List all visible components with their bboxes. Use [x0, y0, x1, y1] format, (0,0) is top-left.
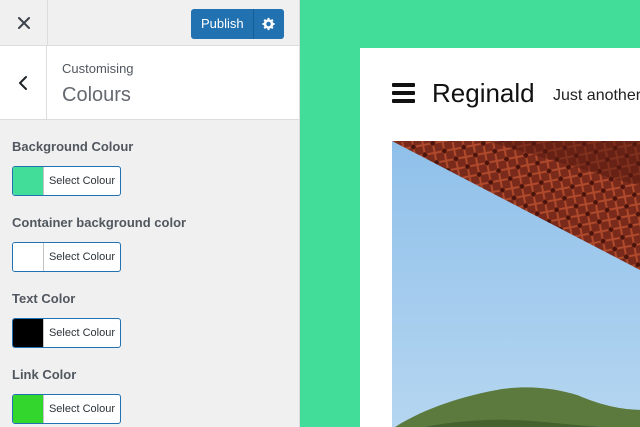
control-label: Text Color — [12, 291, 76, 306]
section-subtitle: Customising — [62, 61, 134, 76]
select-colour-label: Select Colour — [48, 175, 116, 187]
select-colour-label: Select Colour — [48, 251, 116, 263]
select-colour-label: Select Colour — [48, 403, 116, 415]
close-icon — [17, 16, 30, 29]
back-button[interactable] — [0, 46, 47, 119]
text-color-picker[interactable]: Select Colour — [12, 318, 121, 348]
select-colour-label: Select Colour — [48, 327, 116, 339]
link-color-picker[interactable]: Select Colour — [12, 394, 121, 424]
customizer-header: Publish — [0, 0, 299, 46]
color-swatch — [13, 319, 44, 347]
gear-icon — [262, 17, 275, 31]
color-swatch — [13, 395, 44, 423]
background-colour-control: Background Colour Select Colour — [12, 120, 292, 196]
site-title[interactable]: Reginald — [432, 78, 535, 109]
site-preview: Reginald Just another — [300, 0, 640, 427]
control-label: Container background color — [12, 215, 187, 230]
customizer-sidebar: Publish Customising Colours Background C… — [0, 0, 300, 427]
site-tagline: Just another — [553, 87, 640, 104]
background-colour-picker[interactable]: Select Colour — [12, 166, 121, 196]
color-controls: Background Colour Select Colour Containe… — [12, 120, 292, 424]
publish-button[interactable]: Publish — [191, 9, 253, 39]
hero-image — [392, 141, 640, 427]
publish-settings-button[interactable] — [253, 9, 284, 39]
control-label: Background Colour — [12, 139, 134, 154]
link-color-control: Link Color Select Colour — [12, 348, 292, 424]
color-swatch — [13, 243, 44, 271]
section-header: Customising Colours — [0, 46, 299, 120]
hamburger-menu-icon[interactable] — [392, 83, 415, 103]
site-container: Reginald Just another — [360, 48, 640, 427]
text-color-control: Text Color Select Colour — [12, 272, 292, 348]
container-background-picker[interactable]: Select Colour — [12, 242, 121, 272]
container-background-control: Container background color Select Colour — [12, 196, 292, 272]
chevron-left-icon — [19, 75, 27, 90]
close-button[interactable] — [0, 0, 48, 45]
publish-group: Publish — [191, 9, 284, 39]
control-label: Link Color — [12, 367, 77, 382]
section-title: Colours — [62, 84, 131, 106]
color-swatch — [13, 167, 44, 195]
